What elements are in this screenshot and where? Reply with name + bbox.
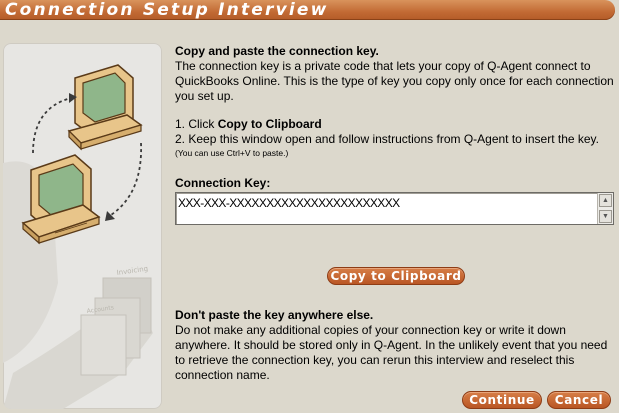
top-computer-icon [67,64,143,151]
connection-key-field[interactable]: XXX-XXX-XXXXXXXXXXXXXXXXXXXXXXX ▲ ▼ [175,192,614,225]
copy-to-clipboard-button[interactable]: Copy to Clipboard [327,267,465,285]
warning-heading: Don't paste the key anywhere else. [175,308,374,322]
intro-body: The connection key is a private code tha… [175,59,614,103]
paste-hint: (You can use Ctrl+V to paste.) [175,148,289,158]
invoicing-label: Invoicing [116,265,148,277]
step1-prefix: 1. Click [175,117,218,131]
window-title: Connection Setup Interview [5,0,329,20]
bottom-computer-icon [21,154,101,245]
warning-section: Don't paste the key anywhere else. Do no… [175,308,615,383]
computers-illustration: Invoicing Accounts [3,64,153,409]
document-stack: Invoicing Accounts [80,265,152,376]
title-bar: Connection Setup Interview [0,0,615,20]
instructions: Copy and paste the connection key. The c… [175,44,615,225]
scroll-down-icon[interactable]: ▼ [599,210,612,223]
connection-key-label: Connection Key: [175,176,271,190]
step2-text: 2. Keep this window open and follow inst… [175,132,599,146]
warning-body: Do not make any additional copies of you… [175,323,608,382]
cancel-button[interactable]: Cancel [547,391,611,409]
scroll-up-icon[interactable]: ▲ [599,194,612,207]
connection-key-value: XXX-XXX-XXXXXXXXXXXXXXXXXXXXXXX [178,196,400,210]
step1-bold: Copy to Clipboard [217,117,322,131]
intro-heading: Copy and paste the connection key. [175,44,379,58]
illustration-panel: Invoicing Accounts [3,43,162,409]
continue-button[interactable]: Continue [462,391,542,409]
key-scrollbar[interactable]: ▲ ▼ [597,193,613,224]
